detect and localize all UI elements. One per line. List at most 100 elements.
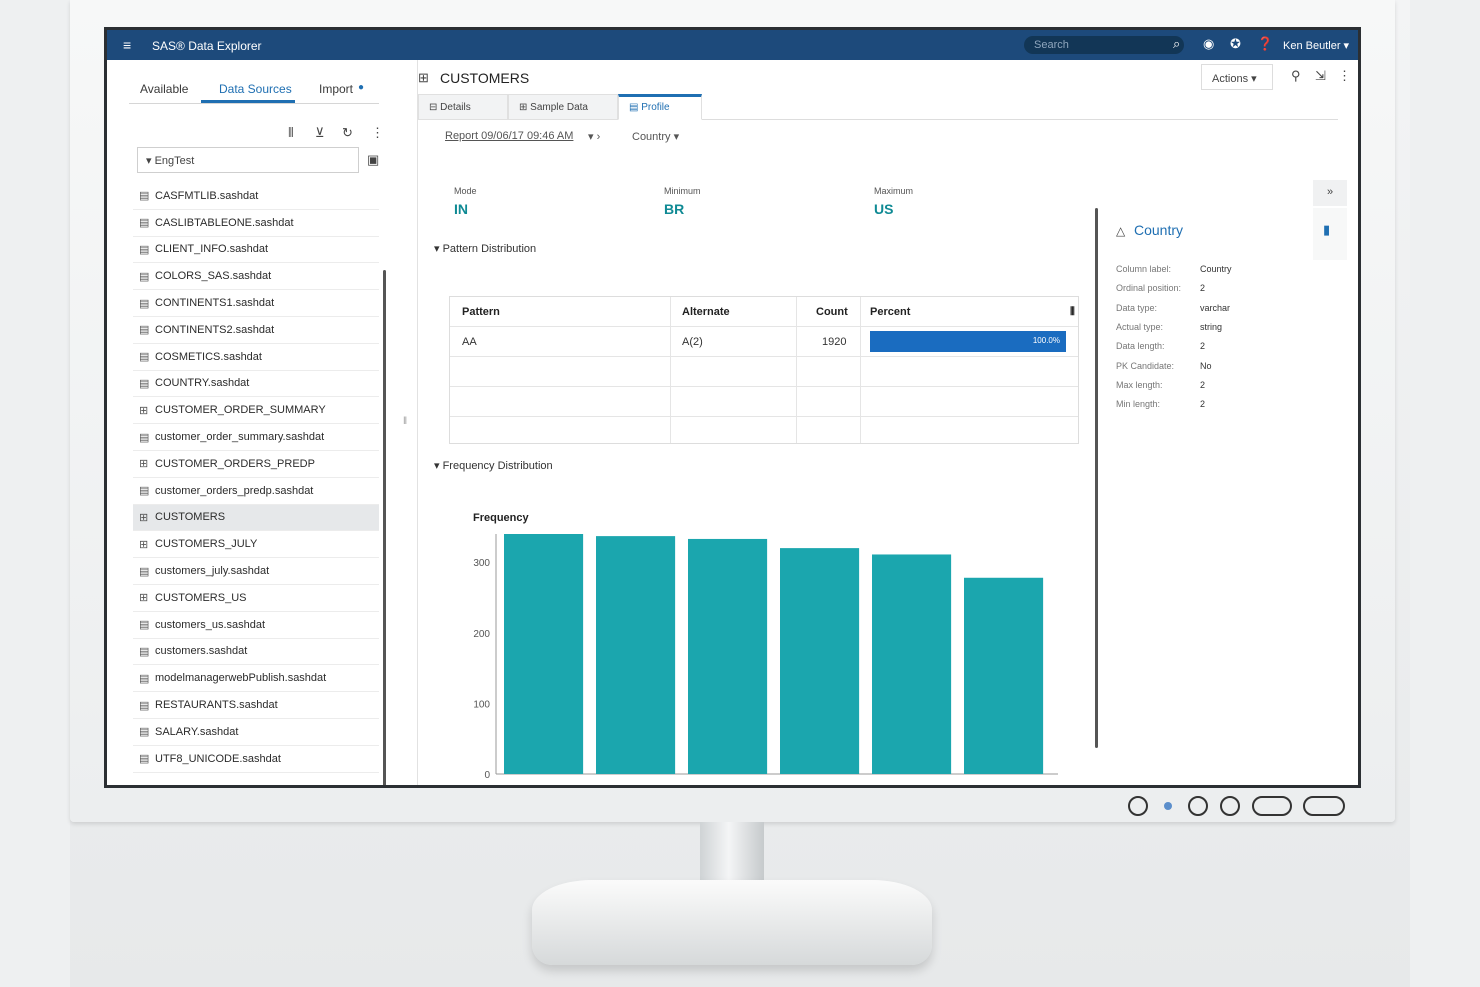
column-select[interactable]: Country ▾ [632,130,679,143]
y-tick-label: 100 [473,699,490,710]
scrollbar[interactable] [1095,208,1098,748]
list-item[interactable]: ▤ RESTAURANTS.sashdat [133,692,379,719]
frequency-chart: Frequency 0 100 200 300 IN US DE MX BR FR [473,512,1058,788]
column-divider [796,297,797,443]
pattern-cell: AA [462,336,477,348]
chevron-down-icon: ▾ [146,155,155,167]
document-icon[interactable]: ▮ [1323,222,1330,238]
list-item[interactable]: ⊞ CUSTOMER_ORDERS_PREDP [133,451,379,478]
more-options-icon[interactable]: ⋮ [1338,68,1351,84]
property-label: Ordinal position: [1116,283,1182,294]
list-item[interactable]: ▤ customers_july.sashdat [133,558,379,585]
list-item[interactable]: ▤ CLIENT_INFO.sashdat [133,237,379,264]
resize-handle[interactable]: ‖ [403,416,407,427]
column-divider [860,297,861,443]
list-item[interactable]: ▤ COLORS_SAS.sashdat [133,263,379,291]
list-item[interactable]: ▤ customers.sashdat [133,639,379,666]
chevron-down-icon[interactable]: ▾ › [588,130,600,143]
monitor-button [1252,796,1292,816]
scrollbar[interactable] [383,270,386,785]
file-icon: ▤ [139,565,150,578]
list-item[interactable]: ▤ COSMETICS.sashdat [133,344,379,371]
monitor-button [1220,796,1240,816]
refresh-icon[interactable]: ↻ [342,125,353,141]
list-item-label: customers.sashdat [155,645,248,658]
list-item[interactable]: ▤ CONTINENTS1.sashdat [133,290,379,317]
profile-icon: ▤ [629,102,642,113]
list-item-label: modelmanagerwebPublish.sashdat [155,672,327,685]
monitor-base [532,880,932,965]
tab-profile[interactable]: ▤ Profile [618,94,702,120]
notifications-icon[interactable]: ✪ [1230,36,1241,52]
export-icon[interactable]: ⇲ [1315,68,1326,84]
user-menu[interactable]: Ken Beutler ▾ [1283,39,1349,52]
view-toggle-icon[interactable]: ⦀ [288,125,294,141]
y-axis-label: Frequency [473,512,530,524]
list-item[interactable]: ▤ CONTINENTS2.sashdat [133,317,379,344]
count-cell: 1920 [822,336,847,348]
chart-bar [688,538,768,774]
list-item-label: customer_orders_predp.sashdat [155,484,314,497]
list-item[interactable]: ▤ CASLIBTABLEONE.sashdat [133,210,379,237]
info-icon[interactable]: ● [358,82,364,93]
column-header: Count [816,306,848,318]
column-menu-icon[interactable]: ⦀ [1070,306,1075,319]
hamburger-menu-icon[interactable]: ≡ [123,37,131,53]
property-label: Data type: [1116,302,1158,313]
file-icon: ▤ [139,377,150,390]
list-item[interactable]: ⊞ CUSTOMERS_US [133,585,379,612]
report-select[interactable]: Report 09/06/17 09:46 AM [445,130,573,142]
property-label: Data length: [1116,341,1165,352]
list-item[interactable]: ⊞ CUSTOMER_ORDER_SUMMARY [133,397,379,425]
property-value: string [1200,321,1223,332]
library-properties-icon[interactable]: ▣ [367,152,379,168]
list-item[interactable]: ▤ CASFMTLIB.sashdat [133,183,379,210]
tab-available[interactable]: Available [140,82,188,96]
list-item[interactable]: ▤ UTF8_UNICODE.sashdat [133,746,379,773]
list-item[interactable]: ⊞ CUSTOMERS [133,504,379,532]
list-item[interactable]: ▤ SALARY.sashdat [133,719,379,746]
chevron-down-icon: ▾ [673,131,680,143]
pattern-distribution-header[interactable]: ▾ Pattern Distribution [434,242,536,255]
list-item-label: CONTINENTS2.sashdat [155,323,275,336]
search-icon[interactable]: ⌕ [1173,36,1180,52]
list-item-label: CONTINENTS1.sashdat [155,297,275,310]
list-item[interactable]: ▤ customer_order_summary.sashdat [133,424,379,451]
main-pane: ⊞ CUSTOMERS Actions ▾ ⚲ ⇲ ⋮ ⊟ Details ⊞ … [418,60,1358,788]
search-input[interactable]: Search [1024,36,1184,54]
help-center-icon[interactable]: ◉ [1203,36,1214,52]
property-label: Actual type: [1116,321,1164,332]
file-icon: ▤ [139,645,150,658]
list-item-label: CUSTOMERS_JULY [155,538,258,551]
help-icon[interactable]: ❓ [1257,36,1273,52]
tab-divider [129,103,379,104]
tab-import[interactable]: Import [319,82,353,96]
x-tick-label: FR [997,786,1010,788]
filter-icon[interactable]: ⊻ [315,125,325,141]
list-item[interactable]: ▤ customer_orders_predp.sashdat [133,478,379,505]
file-icon: ▤ [139,485,150,498]
pin-icon[interactable]: ⚲ [1291,68,1301,84]
file-icon: ▤ [139,431,150,444]
list-item[interactable]: ▤ modelmanagerwebPublish.sashdat [133,665,379,693]
file-icon: ▤ [139,243,150,256]
table-header-row: Pattern Alternate Count Percent ⦀ [450,297,1078,327]
chart-bar [780,548,860,774]
list-item-label: CLIENT_INFO.sashdat [155,243,269,256]
collapse-panel-button[interactable]: » [1313,180,1347,206]
stat-value: IN [454,201,468,217]
sample-data-icon: ⊞ [519,102,531,113]
table-row[interactable]: AA A(2) 1920 100.0% [450,327,1078,357]
actions-button[interactable]: Actions ▾ [1201,64,1273,90]
tab-details[interactable]: ⊟ Details [418,94,508,120]
list-item[interactable]: ⊞ CUSTOMERS_JULY [133,531,379,559]
more-options-icon[interactable]: ⋮ [371,125,384,141]
app-screen: ≡ SAS® Data Explorer Search ⌕ ◉ ✪ ❓ Ken … [104,27,1361,788]
frequency-distribution-header[interactable]: ▾ Frequency Distribution [434,459,553,472]
list-item[interactable]: ▤ COUNTRY.sashdat [133,371,379,398]
tab-data-sources[interactable]: Data Sources [219,82,292,96]
list-item[interactable]: ▤ customers_us.sashdat [133,612,379,639]
tab-sample-data[interactable]: ⊞ Sample Data [508,94,618,120]
library-select[interactable]: ▾ EngTest [137,147,359,173]
x-tick-label: US [629,786,643,788]
